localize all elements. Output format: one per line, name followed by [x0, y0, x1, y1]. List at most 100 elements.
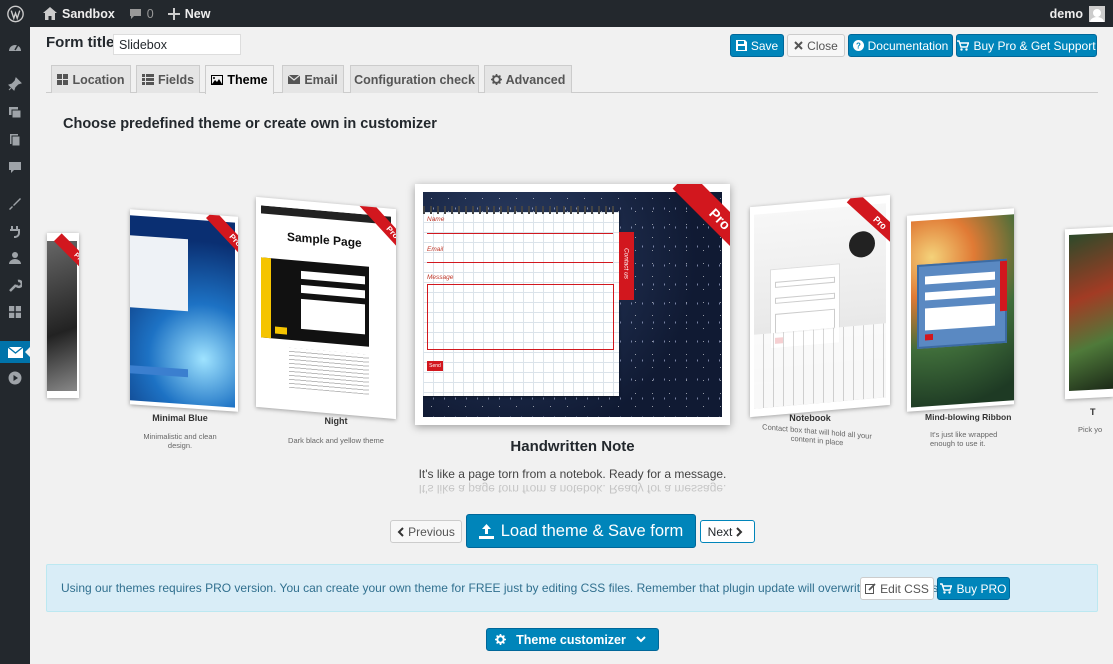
tab-advanced-label: Advanced	[505, 72, 566, 87]
media-menu-icon[interactable]	[0, 101, 30, 123]
buy-pro-button[interactable]: Buy PRO	[937, 577, 1010, 600]
close-icon	[794, 41, 803, 50]
note-preview-name-label: Name	[427, 216, 445, 223]
edit-css-button[interactable]: Edit CSS	[860, 577, 934, 600]
gear-icon	[490, 74, 502, 85]
chevron-down-icon	[636, 636, 646, 643]
comments-link[interactable]: 0	[122, 0, 161, 27]
theme-card-handwritten-note-selected[interactable]: Name Email Message Send Contact us Pro	[415, 184, 730, 425]
documentation-button[interactable]: ? Documentation	[848, 34, 953, 57]
selected-theme-description-reflection: It's like a page torn from a notebok. Re…	[418, 482, 727, 496]
tab-email[interactable]: Email	[282, 65, 344, 93]
theme-name-notebook: Notebook	[789, 413, 831, 423]
theme-customizer-label: Theme customizer	[516, 632, 626, 647]
forms-envelope-menu-icon[interactable]	[0, 341, 30, 363]
play-menu-icon[interactable]	[0, 367, 30, 389]
theme-description-notebook: Contact box that will hold all your cont…	[762, 422, 872, 448]
buy-pro-support-button[interactable]: Buy Pro & Get Support	[956, 34, 1097, 57]
plus-icon	[167, 7, 180, 20]
users-menu-icon[interactable]	[0, 247, 30, 269]
note-preview-send-button: Send	[427, 361, 443, 371]
theme-card-far-right[interactable]	[1065, 226, 1113, 400]
previous-label: Previous	[408, 524, 455, 539]
envelope-icon	[288, 75, 301, 84]
close-label: Close	[807, 38, 838, 53]
theme-name-mind-blowing-ribbon: Mind-blowing Ribbon	[925, 412, 1012, 422]
buy-pro-support-label: Buy Pro & Get Support	[973, 38, 1096, 53]
tab-configuration-check[interactable]: Configuration check	[350, 65, 479, 93]
next-button[interactable]: Next	[700, 520, 755, 543]
theme-description-night: Dark black and yellow theme	[288, 436, 384, 445]
chevron-left-icon	[397, 526, 404, 537]
new-content-link[interactable]: New	[161, 0, 218, 27]
form-title-label: Form title	[46, 34, 115, 51]
buy-pro-label: Buy PRO	[956, 581, 1007, 596]
settings-menu-icon[interactable]	[0, 301, 30, 323]
close-button[interactable]: Close	[787, 34, 845, 57]
pages-menu-icon[interactable]	[0, 129, 30, 151]
note-preview-contact-tab: Contact us	[622, 247, 630, 280]
shopping-cart-icon	[940, 583, 953, 594]
theme-customizer-button[interactable]: Theme customizer	[486, 628, 659, 651]
save-label: Save	[750, 38, 779, 53]
form-title-input[interactable]	[113, 34, 241, 55]
dashboard-menu-icon[interactable]	[0, 37, 30, 59]
note-preview-message-label: Message	[427, 274, 454, 281]
chevron-right-icon	[736, 526, 743, 537]
admin-bar: Sandbox 0 New demo	[0, 0, 1113, 27]
theme-name-minimal-blue: Minimal Blue	[152, 413, 208, 423]
tab-advanced[interactable]: Advanced	[484, 65, 572, 93]
theme-description-mind-blowing-ribbon: It's just like wrapped enough to use it.	[930, 430, 998, 448]
load-theme-save-form-button[interactable]: Load theme & Save form	[466, 514, 696, 548]
theme-section-heading: Choose predefined theme or create own in…	[63, 116, 437, 132]
tab-location[interactable]: Location	[51, 65, 131, 93]
documentation-label: Documentation	[867, 38, 949, 53]
tools-menu-icon[interactable]	[0, 275, 30, 297]
tab-theme[interactable]: Theme	[205, 65, 274, 94]
avatar	[1089, 5, 1105, 22]
theme-card-night[interactable]: Sample Page Pro	[256, 196, 396, 420]
user-account-link[interactable]: demo	[1043, 0, 1113, 27]
image-icon	[211, 75, 224, 85]
edit-css-label: Edit CSS	[880, 581, 929, 596]
theme-card-minimal-blue[interactable]: Pro	[130, 209, 238, 412]
grid-icon	[57, 74, 69, 85]
tab-fields-label: Fields	[157, 72, 195, 87]
pro-notice-text: Using our themes requires PRO version. Y…	[61, 581, 942, 595]
comments-count: 0	[146, 6, 154, 21]
plugins-menu-icon[interactable]	[0, 221, 30, 243]
theme-description-far-right: Pick yo	[1078, 425, 1103, 434]
theme-card-notebook[interactable]: Pro	[750, 194, 890, 418]
comment-icon	[129, 8, 141, 19]
new-label: New	[184, 6, 211, 21]
tab-configuration-check-label: Configuration check	[354, 72, 475, 87]
theme-description-minimal-blue: Minimalistic and clean design.	[143, 432, 217, 450]
floppy-disk-icon	[735, 40, 747, 51]
svg-text:?: ?	[856, 42, 861, 51]
admin-side-menu	[0, 27, 30, 664]
home-icon	[43, 7, 57, 20]
selected-theme-description: It's like a page torn from a notebok. Re…	[418, 467, 727, 481]
question-circle-icon: ?	[852, 40, 864, 51]
theme-card-far-left[interactable]: Pro	[47, 233, 79, 398]
save-button[interactable]: Save	[730, 34, 784, 57]
theme-name-night: Night	[324, 416, 348, 426]
comments-menu-icon[interactable]	[0, 157, 30, 179]
shopping-cart-icon	[957, 40, 970, 51]
tab-location-label: Location	[72, 72, 125, 87]
theme-card-mind-blowing-ribbon[interactable]	[907, 208, 1014, 412]
selected-theme-name: Handwritten Note	[510, 438, 635, 455]
theme-name-far-right: T	[1090, 407, 1096, 417]
tab-fields[interactable]: Fields	[136, 65, 200, 93]
list-icon	[141, 74, 154, 85]
tab-theme-label: Theme	[227, 73, 268, 87]
previous-button[interactable]: Previous	[390, 520, 462, 543]
wordpress-logo-icon[interactable]	[0, 0, 36, 27]
edit-icon	[865, 583, 876, 594]
user-name: demo	[1049, 6, 1083, 21]
next-label: Next	[707, 524, 733, 539]
posts-menu-icon[interactable]	[0, 73, 30, 95]
appearance-menu-icon[interactable]	[0, 193, 30, 215]
site-name-link[interactable]: Sandbox	[36, 0, 122, 27]
upload-icon	[478, 523, 494, 539]
